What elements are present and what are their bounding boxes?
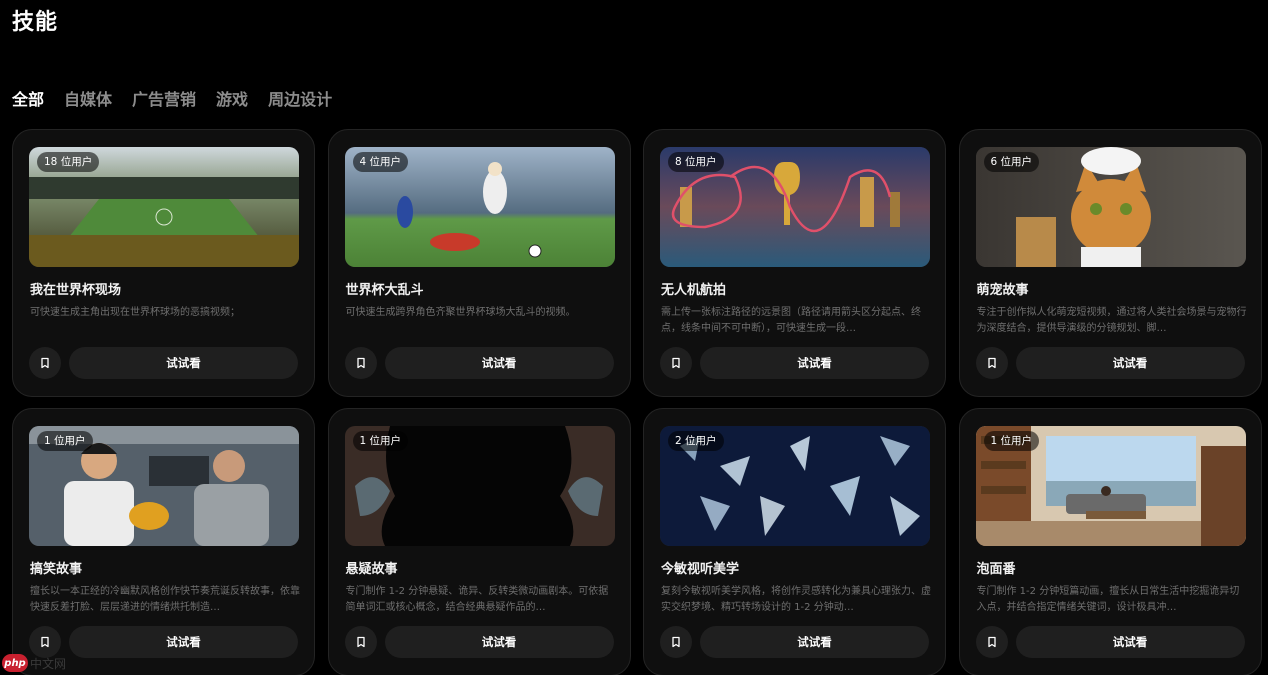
skill-card[interactable]: 2 位用户 今敏视听美学 复刻今敏视听美学风格，将创作灵感转化为兼具心理张力、虚… [643, 408, 946, 675]
try-button[interactable]: 试试看 [384, 347, 614, 379]
tab-merch-design[interactable]: 周边设计 [268, 90, 332, 110]
card-title: 我在世界杯现场 [30, 283, 122, 298]
skill-card[interactable]: 1 位用户 搞笑故事 擅长以一本正经的冷幽默风格创作快节奏荒诞反转故事，依靠快速… [12, 408, 315, 675]
card-description: 可快速生成主角出现在世界杯球场的恶搞视频； [30, 307, 240, 318]
page-title: 技能 [12, 10, 59, 35]
watermark-text: 中文网 [30, 656, 67, 671]
card-title: 悬疑故事 [345, 562, 398, 577]
card-description: 专门制作 1-2 分钟短篇动画，擅长从日常生活中挖掘诡异切入点，并结合指定情绪关… [976, 586, 1240, 613]
user-count-badge: 1 位用户 [37, 431, 93, 451]
card-title: 萌宠故事 [976, 283, 1029, 298]
bookmark-icon [987, 357, 996, 369]
card-thumbnail: 1 位用户 [344, 426, 615, 546]
skill-card[interactable]: 1 位用户 泡面番 专门制作 1-2 分钟短篇动画，擅长从日常生活中挖掘诡异切入… [958, 408, 1262, 675]
skill-card[interactable]: 1 位用户 悬疑故事 专门制作 1-2 分钟悬疑、诡异、反转类微动画剧本。可依据… [327, 408, 631, 675]
card-description: 擅长以一本正经的冷幽默风格创作快节奏荒诞反转故事，依靠快速反差打脸、层层递进的情… [30, 586, 300, 613]
category-tabs: 全部 自媒体 广告营销 游戏 周边设计 [12, 90, 332, 110]
user-count-badge: 18 位用户 [37, 152, 100, 172]
try-button[interactable]: 试试看 [69, 347, 298, 379]
bookmark-icon [356, 357, 365, 369]
bookmark-button[interactable] [344, 626, 377, 658]
user-count-badge: 2 位用户 [668, 431, 724, 451]
user-count-badge: 1 位用户 [352, 431, 409, 451]
card-description: 专注于创作拟人化萌宠短视频，通过将人类社会场景与宠物行为深度结合，提供导演级的分… [976, 307, 1247, 334]
bookmark-button[interactable] [344, 347, 377, 379]
user-count-badge: 8 位用户 [668, 152, 724, 172]
card-thumbnail: 8 位用户 [660, 147, 930, 267]
user-count-badge: 1 位用户 [983, 431, 1040, 451]
skills-page: 技能 全部 自媒体 广告营销 游戏 周边设计 18 位用户 我在世界杯现场 可快 [0, 0, 1268, 675]
user-count-badge: 4 位用户 [352, 152, 409, 172]
try-button[interactable]: 试试看 [1015, 626, 1245, 658]
bookmark-icon [356, 636, 365, 648]
tab-games[interactable]: 游戏 [216, 90, 248, 110]
tab-advertising[interactable]: 广告营销 [132, 90, 196, 110]
bookmark-icon [41, 636, 49, 648]
bookmark-icon [987, 636, 996, 648]
bookmark-button[interactable] [660, 347, 692, 379]
try-button[interactable]: 试试看 [69, 626, 298, 658]
tab-all[interactable]: 全部 [12, 90, 44, 110]
watermark: php 中文网 [2, 654, 66, 672]
card-description: 可快速生成跨界角色齐聚世界杯球场大乱斗的视频。 [345, 307, 576, 318]
card-thumbnail: 1 位用户 [975, 426, 1246, 546]
card-thumbnail: 6 位用户 [975, 147, 1246, 267]
card-thumbnail: 1 位用户 [29, 426, 299, 546]
try-button[interactable]: 试试看 [384, 626, 614, 658]
bookmark-button[interactable] [975, 626, 1008, 658]
card-title: 无人机航拍 [661, 283, 727, 298]
watermark-logo: php [2, 654, 28, 672]
bookmark-button[interactable] [660, 626, 692, 658]
bookmark-button[interactable] [29, 347, 61, 379]
card-description: 需上传一张标注路径的远景图（路径请用箭头区分起点、终点，线条中间不可中断），可快… [661, 307, 921, 334]
bookmark-icon [672, 636, 680, 648]
try-button[interactable]: 试试看 [700, 347, 929, 379]
skill-card[interactable]: 18 位用户 我在世界杯现场 可快速生成主角出现在世界杯球场的恶搞视频； 试试看 [12, 129, 315, 397]
card-thumbnail: 18 位用户 [29, 147, 299, 267]
card-thumbnail: 2 位用户 [660, 426, 930, 546]
bookmark-button[interactable] [975, 347, 1008, 379]
bookmark-icon [41, 357, 49, 369]
card-description: 专门制作 1-2 分钟悬疑、诡异、反转类微动画剧本。可依据简单词汇或核心概念，结… [345, 586, 609, 613]
try-button[interactable]: 试试看 [700, 626, 929, 658]
card-title: 泡面番 [976, 562, 1016, 577]
card-title: 今敏视听美学 [661, 562, 740, 577]
user-count-badge: 6 位用户 [983, 152, 1040, 172]
skill-card[interactable]: 6 位用户 萌宠故事 专注于创作拟人化萌宠短视频，通过将人类社会场景与宠物行为深… [958, 129, 1262, 397]
card-title: 世界杯大乱斗 [345, 283, 424, 298]
card-title: 搞笑故事 [30, 562, 83, 577]
skill-card[interactable]: 4 位用户 世界杯大乱斗 可快速生成跨界角色齐聚世界杯球场大乱斗的视频。 试试看 [327, 129, 631, 397]
card-description: 复刻今敏视听美学风格，将创作灵感转化为兼具心理张力、虚实交织梦境、精巧转场设计的… [661, 586, 931, 613]
try-button[interactable]: 试试看 [1015, 347, 1245, 379]
card-thumbnail: 4 位用户 [344, 147, 615, 267]
skill-card-grid: 18 位用户 我在世界杯现场 可快速生成主角出现在世界杯球场的恶搞视频； 试试看 [12, 129, 1262, 675]
bookmark-icon [672, 357, 680, 369]
tab-self-media[interactable]: 自媒体 [64, 90, 112, 110]
skill-card[interactable]: 8 位用户 无人机航拍 需上传一张标注路径的远景图（路径请用箭头区分起点、终点，… [643, 129, 946, 397]
